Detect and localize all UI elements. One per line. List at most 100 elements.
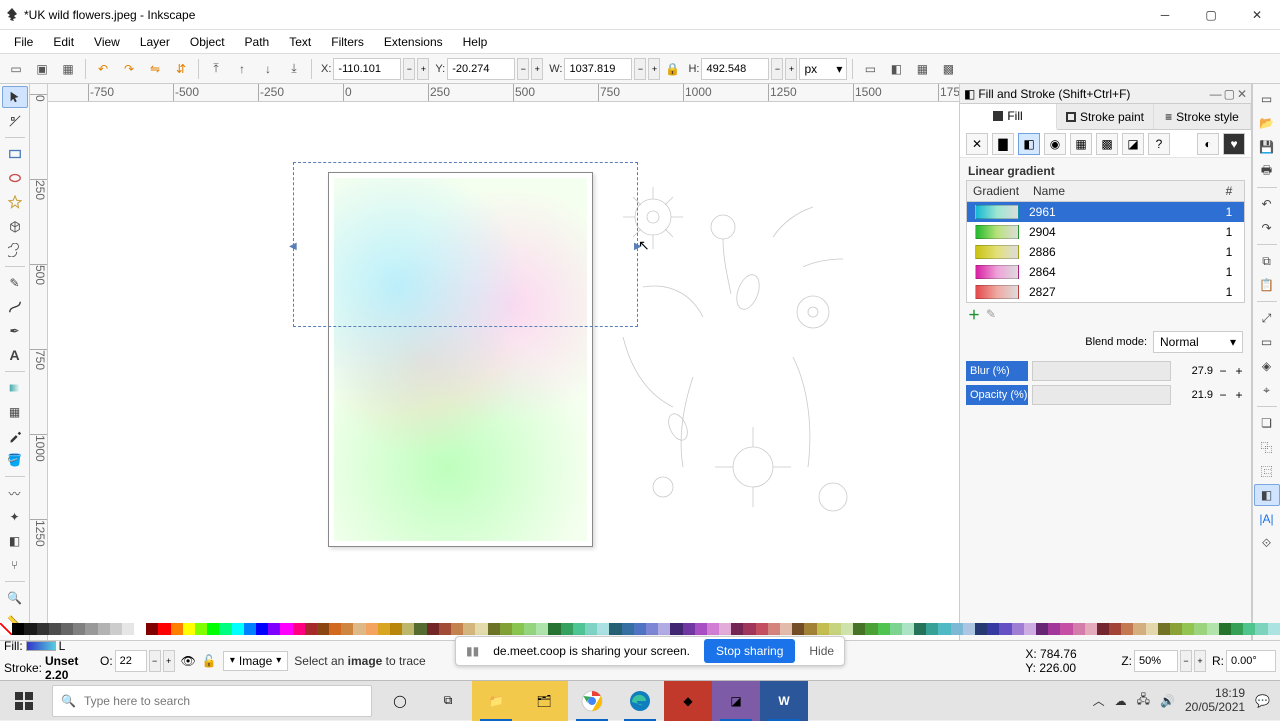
color-swatch[interactable] bbox=[951, 623, 963, 635]
color-swatch[interactable] bbox=[256, 623, 268, 635]
status-fill-swatch[interactable] bbox=[26, 641, 56, 651]
color-swatch[interactable] bbox=[1158, 623, 1170, 635]
color-swatch[interactable] bbox=[548, 623, 560, 635]
copy-icon[interactable]: ⧉ bbox=[1254, 250, 1280, 272]
color-swatch[interactable] bbox=[1073, 623, 1085, 635]
deselect-icon[interactable]: ▦ bbox=[56, 57, 80, 81]
color-swatch[interactable] bbox=[341, 623, 353, 635]
color-swatch[interactable] bbox=[232, 623, 244, 635]
canvas[interactable]: ◀ ▶ ↖ bbox=[48, 102, 959, 662]
color-swatch[interactable] bbox=[171, 623, 183, 635]
menu-object[interactable]: Object bbox=[180, 33, 235, 51]
color-swatch[interactable] bbox=[280, 623, 292, 635]
color-swatch[interactable] bbox=[780, 623, 792, 635]
color-swatch[interactable] bbox=[926, 623, 938, 635]
color-swatch[interactable] bbox=[561, 623, 573, 635]
color-swatch[interactable] bbox=[634, 623, 646, 635]
color-swatch[interactable] bbox=[841, 623, 853, 635]
w-input[interactable] bbox=[564, 58, 632, 80]
h-decr[interactable]: − bbox=[771, 58, 783, 80]
menu-extensions[interactable]: Extensions bbox=[374, 33, 453, 51]
color-swatch[interactable] bbox=[1268, 623, 1280, 635]
menu-help[interactable]: Help bbox=[453, 33, 498, 51]
new-doc-icon[interactable]: ▭ bbox=[1254, 88, 1280, 110]
menu-filters[interactable]: Filters bbox=[321, 33, 374, 51]
spiral-tool[interactable] bbox=[2, 239, 28, 261]
opacity-incr[interactable]: + bbox=[1233, 385, 1245, 405]
flowers-image[interactable] bbox=[603, 177, 878, 547]
tray-volume-icon[interactable]: 🔊 bbox=[1160, 694, 1175, 708]
color-swatch[interactable] bbox=[1024, 623, 1036, 635]
paint-radial-icon[interactable]: ◉ bbox=[1044, 133, 1066, 155]
close-button[interactable]: ✕ bbox=[1234, 0, 1280, 30]
zoom-drawing-icon[interactable]: ◈ bbox=[1254, 355, 1280, 377]
color-swatch[interactable] bbox=[1133, 623, 1145, 635]
select-all-icon[interactable]: ▭ bbox=[4, 57, 28, 81]
tray-expand-icon[interactable]: ︿ bbox=[1093, 692, 1105, 709]
color-swatch[interactable] bbox=[451, 623, 463, 635]
color-swatch[interactable] bbox=[731, 623, 743, 635]
color-swatch[interactable] bbox=[1060, 623, 1072, 635]
color-swatch[interactable] bbox=[1243, 623, 1255, 635]
menu-view[interactable]: View bbox=[84, 33, 130, 51]
connector-tool[interactable]: ⑂ bbox=[2, 554, 28, 576]
star-tool[interactable] bbox=[2, 191, 28, 213]
color-swatch[interactable] bbox=[597, 623, 609, 635]
color-swatch[interactable] bbox=[110, 623, 122, 635]
zoom-tool[interactable]: 🔍 bbox=[2, 587, 28, 609]
color-swatch[interactable] bbox=[1146, 623, 1158, 635]
color-swatch[interactable] bbox=[439, 623, 451, 635]
rectangle-tool[interactable] bbox=[2, 143, 28, 165]
col-gradient[interactable]: Gradient bbox=[967, 181, 1027, 201]
color-swatch[interactable] bbox=[1219, 623, 1231, 635]
3d-box-tool[interactable] bbox=[2, 215, 28, 237]
color-swatch[interactable] bbox=[609, 623, 621, 635]
color-swatch[interactable] bbox=[195, 623, 207, 635]
save-doc-icon[interactable]: 💾 bbox=[1254, 136, 1280, 158]
color-swatch[interactable] bbox=[1097, 623, 1109, 635]
paint-flat-icon[interactable]: ▇ bbox=[992, 133, 1014, 155]
y-decr[interactable]: − bbox=[517, 58, 529, 80]
status-opacity-input[interactable] bbox=[115, 650, 147, 672]
rotate-ccw-icon[interactable]: ↶ bbox=[91, 57, 115, 81]
color-swatch[interactable] bbox=[817, 623, 829, 635]
color-swatch[interactable] bbox=[658, 623, 670, 635]
scale-pattern-icon[interactable]: ▩ bbox=[936, 57, 960, 81]
task-edge-icon[interactable] bbox=[616, 681, 664, 721]
blur-value[interactable]: 27.9 bbox=[1175, 365, 1213, 377]
scale-gradient-icon[interactable]: ▦ bbox=[910, 57, 934, 81]
lower-icon[interactable]: ↓ bbox=[256, 57, 280, 81]
calligraphy-tool[interactable]: ✒ bbox=[2, 320, 28, 342]
select-layer-icon[interactable]: ▣ bbox=[30, 57, 54, 81]
color-swatch[interactable] bbox=[1121, 623, 1133, 635]
color-swatch[interactable] bbox=[804, 623, 816, 635]
duplicate-icon[interactable]: ❏ bbox=[1254, 412, 1280, 434]
color-swatch[interactable] bbox=[987, 623, 999, 635]
panel-minimize-icon[interactable]: — bbox=[1210, 87, 1222, 101]
tweak-tool[interactable]: 〰 bbox=[2, 482, 28, 504]
color-swatch[interactable] bbox=[756, 623, 768, 635]
color-swatch[interactable] bbox=[573, 623, 585, 635]
paint-evenodd-icon[interactable]: ◐ bbox=[1197, 133, 1219, 155]
select-tool[interactable] bbox=[2, 86, 28, 108]
color-swatch[interactable] bbox=[622, 623, 634, 635]
no-color-swatch[interactable] bbox=[0, 623, 12, 635]
opacity-decr[interactable]: − bbox=[1217, 385, 1229, 405]
y-incr[interactable]: + bbox=[531, 58, 543, 80]
paint-bucket-tool[interactable]: 🪣 bbox=[2, 449, 28, 471]
undo-icon[interactable]: ↶ bbox=[1254, 193, 1280, 215]
menu-file[interactable]: File bbox=[4, 33, 43, 51]
task-files-icon[interactable]: 🗂 bbox=[520, 681, 568, 721]
add-gradient-icon[interactable]: ＋ bbox=[968, 306, 980, 323]
h-incr[interactable]: + bbox=[785, 58, 797, 80]
zoom-input[interactable] bbox=[1134, 650, 1178, 672]
blur-decr[interactable]: − bbox=[1217, 361, 1229, 381]
zoom-selection-icon[interactable]: ⌖ bbox=[1254, 379, 1280, 401]
tab-stroke-paint[interactable]: Stroke paint bbox=[1057, 104, 1154, 129]
x-decr[interactable]: − bbox=[403, 58, 415, 80]
eraser-tool[interactable]: ◧ bbox=[2, 530, 28, 552]
maximize-button[interactable]: ▢ bbox=[1188, 0, 1234, 30]
opacity-value[interactable]: 21.9 bbox=[1175, 389, 1213, 401]
menu-layer[interactable]: Layer bbox=[130, 33, 180, 51]
color-swatch[interactable] bbox=[683, 623, 695, 635]
